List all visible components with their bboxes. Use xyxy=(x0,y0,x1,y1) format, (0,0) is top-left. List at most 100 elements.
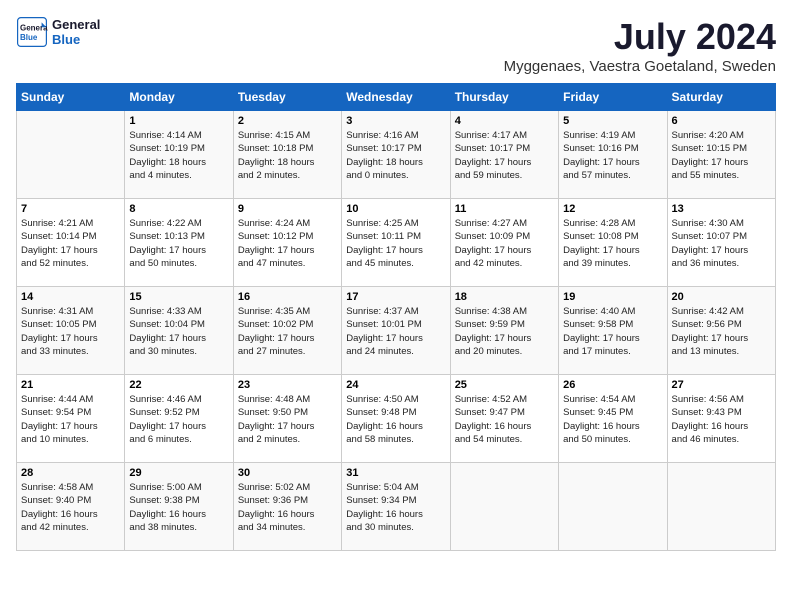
day-cell: 3 Sunrise: 4:16 AMSunset: 10:17 PMDayligh… xyxy=(342,111,450,199)
day-number: 26 xyxy=(563,379,662,391)
day-cell: 11 Sunrise: 4:27 AMSunset: 10:09 PMDaylig… xyxy=(450,199,558,287)
day-info: Sunrise: 4:54 AMSunset: 9:45 PMDaylight:… xyxy=(563,393,662,446)
day-number: 20 xyxy=(672,291,771,303)
day-cell: 31 Sunrise: 5:04 AMSunset: 9:34 PMDayligh… xyxy=(342,463,450,551)
day-number: 30 xyxy=(238,467,337,479)
calendar-table: SundayMondayTuesdayWednesdayThursdayFrid… xyxy=(16,83,776,551)
day-info: Sunrise: 4:27 AMSunset: 10:09 PMDaylight… xyxy=(455,217,554,270)
day-info: Sunrise: 4:15 AMSunset: 10:18 PMDaylight… xyxy=(238,129,337,182)
day-info: Sunrise: 4:21 AMSunset: 10:14 PMDaylight… xyxy=(21,217,120,270)
day-number: 10 xyxy=(346,203,445,215)
day-number: 12 xyxy=(563,203,662,215)
location-subtitle: Myggenaes, Vaestra Goetaland, Sweden xyxy=(504,58,776,75)
day-cell xyxy=(450,463,558,551)
day-info: Sunrise: 4:42 AMSunset: 9:56 PMDaylight:… xyxy=(672,305,771,358)
day-cell: 25Sunrise: 4:52 AMSunset: 9:47 PMDayligh… xyxy=(450,375,558,463)
svg-text:Blue: Blue xyxy=(20,33,38,42)
day-number: 23 xyxy=(238,379,337,391)
header-cell-wednesday: Wednesday xyxy=(342,84,450,111)
calendar-header: SundayMondayTuesdayWednesdayThursdayFrid… xyxy=(17,84,776,111)
day-number: 9 xyxy=(238,203,337,215)
day-info: Sunrise: 4:48 AMSunset: 9:50 PMDaylight:… xyxy=(238,393,337,446)
day-number: 3 xyxy=(346,115,445,127)
day-info: Sunrise: 4:38 AMSunset: 9:59 PMDaylight:… xyxy=(455,305,554,358)
header-cell-monday: Monday xyxy=(125,84,233,111)
day-info: Sunrise: 4:16 AMSunset: 10:17 PMDaylight… xyxy=(346,129,445,182)
day-info: Sunrise: 5:04 AMSunset: 9:34 PMDaylight:… xyxy=(346,481,445,534)
day-cell: 30 Sunrise: 5:02 AMSunset: 9:36 PMDayligh… xyxy=(233,463,341,551)
day-cell xyxy=(667,463,775,551)
day-number: 31 xyxy=(346,467,445,479)
day-number: 25 xyxy=(455,379,554,391)
day-number: 17 xyxy=(346,291,445,303)
day-cell xyxy=(17,111,125,199)
day-cell: 21 Sunrise: 4:44 AMSunset: 9:54 PMDayligh… xyxy=(17,375,125,463)
day-number: 14 xyxy=(21,291,120,303)
day-cell: 19 Sunrise: 4:40 AMSunset: 9:58 PMDayligh… xyxy=(559,287,667,375)
day-info: Sunrise: 4:56 AMSunset: 9:43 PMDaylight:… xyxy=(672,393,771,446)
day-cell: 23 Sunrise: 4:48 AMSunset: 9:50 PMDayligh… xyxy=(233,375,341,463)
day-number: 2 xyxy=(238,115,337,127)
header-cell-tuesday: Tuesday xyxy=(233,84,341,111)
day-cell: 24 Sunrise: 4:50 AMSunset: 9:48 PMDayligh… xyxy=(342,375,450,463)
day-info: Sunrise: 4:14 AMSunset: 10:19 PMDaylight… xyxy=(129,129,228,182)
day-number: 18 xyxy=(455,291,554,303)
day-number: 21 xyxy=(21,379,120,391)
day-cell: 8 Sunrise: 4:22 AMSunset: 10:13 PMDayligh… xyxy=(125,199,233,287)
day-number: 22 xyxy=(129,379,228,391)
day-cell: 17 Sunrise: 4:37 AMSunset: 10:01 PMDaylig… xyxy=(342,287,450,375)
day-cell: 29 Sunrise: 5:00 AMSunset: 9:38 PMDayligh… xyxy=(125,463,233,551)
day-cell: 27Sunrise: 4:56 AMSunset: 9:43 PMDayligh… xyxy=(667,375,775,463)
day-info: Sunrise: 4:28 AMSunset: 10:08 PMDaylight… xyxy=(563,217,662,270)
day-info: Sunrise: 5:02 AMSunset: 9:36 PMDaylight:… xyxy=(238,481,337,534)
header-cell-thursday: Thursday xyxy=(450,84,558,111)
day-cell: 13 Sunrise: 4:30 AMSunset: 10:07 PMDaylig… xyxy=(667,199,775,287)
day-info: Sunrise: 4:58 AMSunset: 9:40 PMDaylight:… xyxy=(21,481,120,534)
title-area: July 2024 Myggenaes, Vaestra Goetaland, … xyxy=(504,16,776,75)
header: General Blue GeneralBlue July 2024 Mygge… xyxy=(16,16,776,75)
day-cell: 12 Sunrise: 4:28 AMSunset: 10:08 PMDaylig… xyxy=(559,199,667,287)
header-cell-sunday: Sunday xyxy=(17,84,125,111)
day-info: Sunrise: 4:37 AMSunset: 10:01 PMDaylight… xyxy=(346,305,445,358)
week-row-1: 1 Sunrise: 4:14 AMSunset: 10:19 PMDayligh… xyxy=(17,111,776,199)
day-cell: 26 Sunrise: 4:54 AMSunset: 9:45 PMDayligh… xyxy=(559,375,667,463)
day-cell: 15Sunrise: 4:33 AMSunset: 10:04 PMDaylig… xyxy=(125,287,233,375)
day-info: Sunrise: 4:19 AMSunset: 10:16 PMDaylight… xyxy=(563,129,662,182)
day-info: Sunrise: 4:44 AMSunset: 9:54 PMDaylight:… xyxy=(21,393,120,446)
day-cell xyxy=(559,463,667,551)
day-info: Sunrise: 4:24 AMSunset: 10:12 PMDaylight… xyxy=(238,217,337,270)
day-info: Sunrise: 4:20 AMSunset: 10:15 PMDaylight… xyxy=(672,129,771,182)
day-info: Sunrise: 5:00 AMSunset: 9:38 PMDaylight:… xyxy=(129,481,228,534)
day-number: 19 xyxy=(563,291,662,303)
day-cell: 4Sunrise: 4:17 AMSunset: 10:17 PMDayligh… xyxy=(450,111,558,199)
day-info: Sunrise: 4:40 AMSunset: 9:58 PMDaylight:… xyxy=(563,305,662,358)
day-number: 6 xyxy=(672,115,771,127)
week-row-4: 21 Sunrise: 4:44 AMSunset: 9:54 PMDayligh… xyxy=(17,375,776,463)
day-number: 11 xyxy=(455,203,554,215)
day-cell: 18 Sunrise: 4:38 AMSunset: 9:59 PMDayligh… xyxy=(450,287,558,375)
day-info: Sunrise: 4:22 AMSunset: 10:13 PMDaylight… xyxy=(129,217,228,270)
day-number: 29 xyxy=(129,467,228,479)
header-row: SundayMondayTuesdayWednesdayThursdayFrid… xyxy=(17,84,776,111)
header-cell-friday: Friday xyxy=(559,84,667,111)
day-info: Sunrise: 4:17 AMSunset: 10:17 PMDaylight… xyxy=(455,129,554,182)
day-info: Sunrise: 4:33 AMSunset: 10:04 PMDaylight… xyxy=(129,305,228,358)
day-info: Sunrise: 4:50 AMSunset: 9:48 PMDaylight:… xyxy=(346,393,445,446)
day-number: 7 xyxy=(21,203,120,215)
day-number: 28 xyxy=(21,467,120,479)
week-row-2: 7 Sunrise: 4:21 AMSunset: 10:14 PMDayligh… xyxy=(17,199,776,287)
day-number: 24 xyxy=(346,379,445,391)
month-year-title: July 2024 xyxy=(504,16,776,58)
day-info: Sunrise: 4:46 AMSunset: 9:52 PMDaylight:… xyxy=(129,393,228,446)
day-number: 13 xyxy=(672,203,771,215)
header-cell-saturday: Saturday xyxy=(667,84,775,111)
day-info: Sunrise: 4:30 AMSunset: 10:07 PMDaylight… xyxy=(672,217,771,270)
day-number: 1 xyxy=(129,115,228,127)
day-info: Sunrise: 4:31 AMSunset: 10:05 PMDaylight… xyxy=(21,305,120,358)
logo-icon: General Blue xyxy=(16,16,48,48)
day-info: Sunrise: 4:25 AMSunset: 10:11 PMDaylight… xyxy=(346,217,445,270)
day-cell: 1 Sunrise: 4:14 AMSunset: 10:19 PMDayligh… xyxy=(125,111,233,199)
day-number: 8 xyxy=(129,203,228,215)
day-cell: 28 Sunrise: 4:58 AMSunset: 9:40 PMDayligh… xyxy=(17,463,125,551)
day-cell: 14 Sunrise: 4:31 AMSunset: 10:05 PMDaylig… xyxy=(17,287,125,375)
